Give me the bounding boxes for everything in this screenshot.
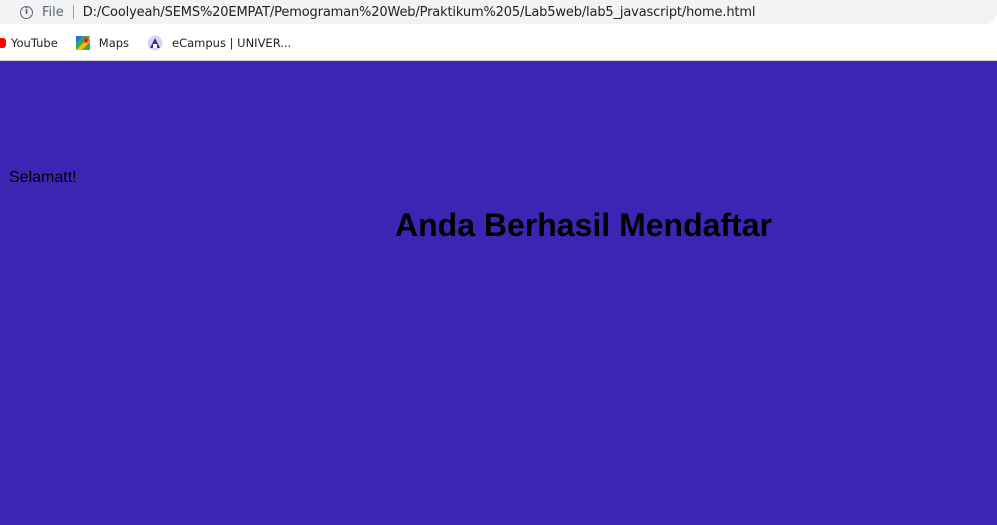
omnibox-divider: [72, 5, 74, 19]
url-text[interactable]: D:/Coolyeah/SEMS%20EMPAT/Pemograman%20We…: [83, 5, 756, 20]
bookmark-ecampus[interactable]: eCampus | UNIVER...: [147, 35, 291, 51]
bookmark-label: eCampus | UNIVER...: [172, 35, 292, 50]
bookmark-youtube[interactable]: YouTube: [0, 36, 58, 50]
page-title: Anda Berhasil Mendaftar: [395, 207, 772, 243]
bookmarks-bar: YouTube Maps eCampus | UNIVER...: [0, 25, 997, 61]
url-scheme-label: File: [42, 4, 64, 20]
bookmark-label: YouTube: [11, 35, 58, 50]
page-content: Selamatt! Anda Berhasil Mendaftar: [0, 62, 997, 525]
info-icon[interactable]: i: [20, 5, 33, 19]
greeting-text: Selamatt!: [9, 169, 77, 186]
bookmark-maps[interactable]: Maps: [75, 35, 130, 50]
campus-icon: [147, 35, 163, 50]
omnibox[interactable]: i File D:/Coolyeah/SEMS%20EMPAT/Pemogram…: [0, 0, 997, 24]
bookmark-label: Maps: [98, 35, 130, 50]
address-bar: i File D:/Coolyeah/SEMS%20EMPAT/Pemogram…: [0, 0, 997, 25]
maps-icon: [75, 35, 90, 50]
youtube-icon: [0, 37, 6, 48]
